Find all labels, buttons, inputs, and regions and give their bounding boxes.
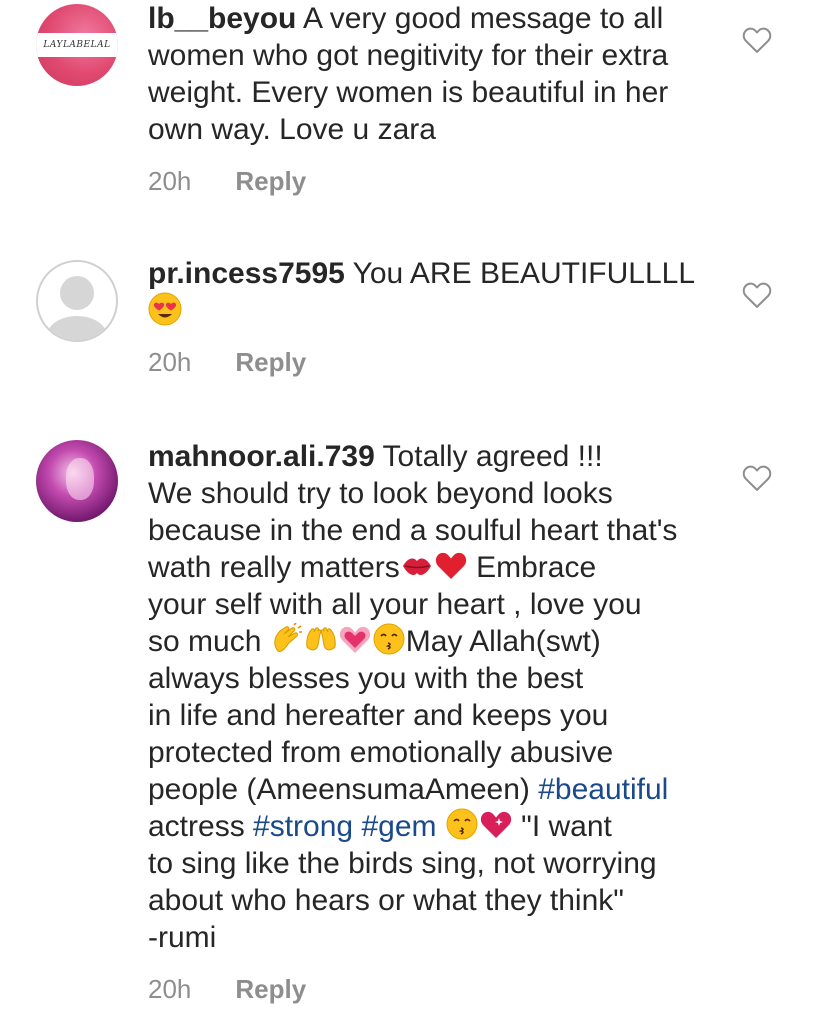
reply-button[interactable]: Reply	[235, 347, 306, 377]
comment-text: "I want	[512, 810, 612, 843]
comment-timestamp: 20h	[148, 347, 192, 377]
hashtag-link[interactable]: #strong	[253, 810, 353, 843]
hashtag-link[interactable]: #gem	[361, 810, 436, 843]
heart-icon[interactable]	[742, 26, 772, 54]
growing-heart-emoji	[339, 626, 370, 653]
comment-text: May Allah(swt)	[405, 625, 601, 658]
avatar[interactable]	[36, 260, 118, 342]
comment-text: about who hears or what they think"	[148, 884, 624, 917]
comment-text: so much	[148, 625, 270, 658]
heart-icon[interactable]	[742, 464, 772, 492]
comment-username[interactable]: pr.incess7595	[148, 257, 345, 290]
comment-text: always blesses you with the best	[148, 662, 584, 695]
comment-text: We should try to look beyond looks	[148, 477, 613, 510]
reply-button[interactable]: Reply	[235, 974, 306, 1004]
comment-text: in life and hereafter and keeps you	[148, 699, 609, 732]
raised-hands-emoji	[305, 627, 336, 651]
hashtag-link[interactable]: #beautiful	[538, 773, 668, 806]
comment-text: to sing like the birds sing, not worryin…	[148, 847, 657, 880]
comment-text: You ARE BEAUTIFULLLL	[344, 257, 696, 290]
clapping-hands-emoji	[274, 623, 302, 652]
avatar[interactable]	[36, 440, 118, 522]
comment-item: mahnoor.ali.739 Totally agreed !!! We sh…	[0, 438, 820, 1024]
avatar[interactable]: LAYLABELAL	[36, 4, 118, 86]
comment-text: because in the end a soulful heart that'…	[148, 514, 678, 547]
comment-text: Embrace	[467, 551, 597, 584]
comment-body: pr.incess7595 You ARE BEAUTIFULLLL	[148, 255, 728, 331]
comment-text: -rumi	[148, 921, 217, 954]
comment-meta: 20h Reply	[148, 347, 306, 378]
sparkling-heart-emoji	[480, 811, 511, 838]
reply-button[interactable]: Reply	[235, 166, 306, 196]
avatar-logo-text: LAYLABELAL	[43, 40, 111, 50]
kiss-mark-emoji	[402, 558, 431, 575]
comment-text: people (AmeensumaAmeen)	[148, 773, 539, 806]
comment-text: actress	[148, 810, 254, 843]
avatar-photo-face	[66, 458, 94, 500]
comment-text: wath really matters	[148, 551, 400, 584]
comment-text: Totally agreed !!!	[374, 440, 603, 473]
comment-timestamp: 20h	[148, 166, 192, 196]
comment-text: protected from emotionally abusive	[148, 736, 614, 769]
comment-meta: 20h Reply	[148, 166, 306, 197]
kissing-face-emoji	[446, 808, 478, 840]
comment-body: lb__beyou A very good message to all wom…	[148, 0, 728, 148]
comment-timestamp: 20h	[148, 974, 192, 1004]
heart-icon[interactable]	[742, 281, 772, 309]
comment-username[interactable]: mahnoor.ali.739	[148, 440, 375, 473]
comment-meta: 20h Reply	[148, 974, 306, 1005]
avatar-torso	[47, 316, 107, 340]
heart-eyes-emoji	[148, 292, 182, 326]
comment-item: pr.incess7595 You ARE BEAUTIFULLLL 20h Re…	[0, 255, 820, 395]
comment-item: LAYLABELAL lb__beyou A very good message…	[0, 0, 820, 220]
comment-body: mahnoor.ali.739 Totally agreed !!! We sh…	[148, 438, 728, 956]
red-heart-emoji	[435, 552, 466, 579]
kissing-face-emoji	[373, 623, 405, 655]
comment-username[interactable]: lb__beyou	[148, 2, 296, 35]
comment-text: your self with all your heart , love you	[148, 588, 642, 621]
avatar-head	[60, 276, 94, 310]
